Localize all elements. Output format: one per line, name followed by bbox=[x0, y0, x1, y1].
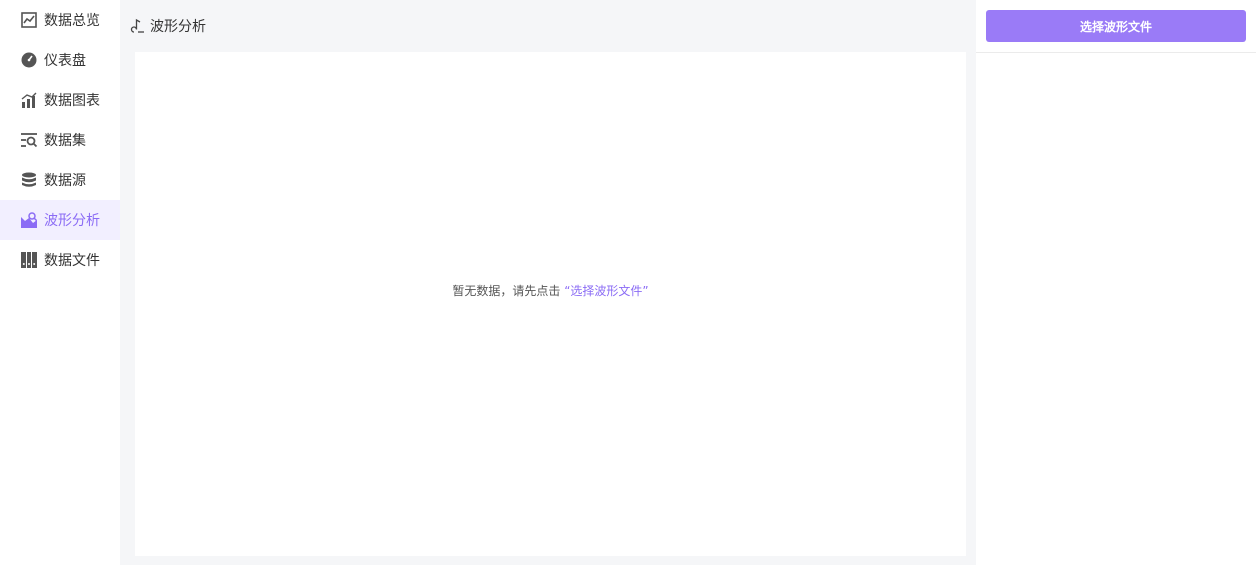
sidebar-item-label: 数据总览 bbox=[44, 13, 100, 29]
sidebar-item-label: 数据集 bbox=[44, 133, 86, 149]
data-file-icon bbox=[20, 251, 38, 269]
page-title: 波形分析 bbox=[150, 19, 206, 35]
select-file-link[interactable]: “选择波形文件” bbox=[564, 284, 648, 298]
empty-state-text: 暂无数据，请先点击 bbox=[452, 284, 565, 298]
sidebar-item-datasource[interactable]: 数据源 bbox=[0, 160, 120, 200]
database-icon bbox=[20, 171, 38, 189]
sidebar-item-dataset[interactable]: 数据集 bbox=[0, 120, 120, 160]
chart-icon bbox=[20, 91, 38, 109]
divider bbox=[976, 52, 1256, 53]
waveform-panel: 暂无数据，请先点击 “选择波形文件” bbox=[135, 52, 966, 556]
dataset-icon bbox=[20, 131, 38, 149]
app: 数据总览 仪表盘 数据图表 数据集 数据源 波形分析 数据文件 波形分析 暂无数… bbox=[0, 0, 1256, 565]
sidebar-item-label: 仪表盘 bbox=[44, 53, 86, 69]
page-header: 波形分析 bbox=[130, 15, 206, 37]
sidebar-item-dashboard[interactable]: 仪表盘 bbox=[0, 40, 120, 80]
sidebar-item-overview[interactable]: 数据总览 bbox=[0, 0, 120, 40]
waveform-icon bbox=[20, 211, 38, 229]
sidebar: 数据总览 仪表盘 数据图表 数据集 数据源 波形分析 数据文件 bbox=[0, 0, 120, 565]
overview-icon bbox=[20, 11, 38, 29]
dashboard-icon bbox=[20, 51, 38, 69]
sidebar-item-label: 数据源 bbox=[44, 173, 86, 189]
empty-state: 暂无数据，请先点击 “选择波形文件” bbox=[135, 282, 966, 299]
sidebar-item-label: 数据文件 bbox=[44, 253, 100, 269]
sidebar-item-label: 波形分析 bbox=[44, 213, 100, 229]
sidebar-item-waveform[interactable]: 波形分析 bbox=[0, 200, 120, 240]
sidebar-item-datafile[interactable]: 数据文件 bbox=[0, 240, 120, 280]
waveform-header-icon bbox=[130, 18, 146, 34]
select-waveform-file-button[interactable]: 选择波形文件 bbox=[986, 10, 1246, 42]
main-content: 波形分析 暂无数据，请先点击 “选择波形文件” bbox=[120, 0, 976, 565]
sidebar-item-label: 数据图表 bbox=[44, 93, 100, 109]
sidebar-item-charts[interactable]: 数据图表 bbox=[0, 80, 120, 120]
right-panel: 选择波形文件 bbox=[976, 0, 1256, 565]
